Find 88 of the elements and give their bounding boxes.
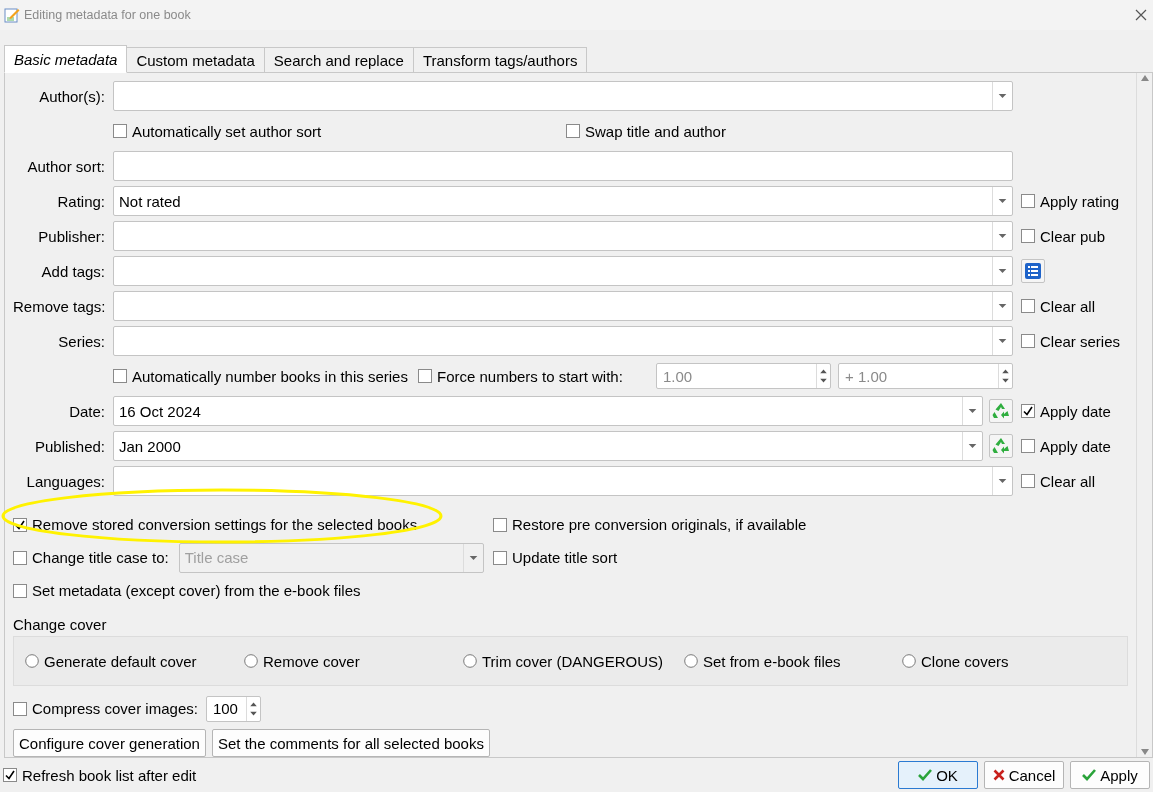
checkbox-label: Update title sort bbox=[512, 549, 618, 566]
window-title: Editing metadata for one book bbox=[24, 8, 192, 22]
checkbox[interactable] bbox=[113, 369, 127, 383]
combo-box[interactable] bbox=[113, 326, 1013, 356]
date-field[interactable]: Jan 2000 bbox=[113, 431, 983, 461]
radio-button[interactable] bbox=[902, 654, 916, 669]
checkbox[interactable] bbox=[1021, 334, 1035, 348]
radio-button[interactable] bbox=[25, 654, 39, 669]
field-label: Author(s): bbox=[38, 87, 105, 105]
scroll-up-icon[interactable] bbox=[1140, 75, 1149, 81]
combo-box[interactable] bbox=[113, 256, 1013, 286]
checkbox-label: Clear all bbox=[1040, 297, 1096, 315]
field-label: Remove tags: bbox=[13, 297, 105, 315]
action-button[interactable]: Configure cover generation bbox=[13, 729, 206, 757]
text-field[interactable] bbox=[113, 151, 1013, 181]
combo-box[interactable] bbox=[113, 291, 1013, 321]
checkbox-label: Compress cover images: bbox=[32, 700, 198, 718]
checkbox-label: Swap title and author bbox=[585, 122, 726, 140]
cross-icon bbox=[992, 769, 1005, 781]
radio-label: Generate default cover bbox=[44, 652, 197, 670]
checkmark-icon bbox=[918, 769, 933, 781]
checkbox[interactable] bbox=[493, 517, 507, 532]
checkbox-label: Refresh book list after edit bbox=[22, 766, 197, 784]
checkbox-label: Automatically set author sort bbox=[132, 122, 322, 140]
checkbox[interactable] bbox=[493, 550, 507, 565]
combo-box[interactable] bbox=[113, 81, 1013, 111]
dialog-button[interactable]: OK bbox=[898, 761, 978, 789]
checkbox[interactable] bbox=[417, 369, 432, 383]
checkbox[interactable] bbox=[1021, 194, 1035, 208]
checkbox-label: Clear all bbox=[1040, 472, 1096, 490]
field-label: Rating: bbox=[56, 192, 105, 210]
recycle-icon bbox=[992, 437, 1010, 455]
checkbox-label: Force numbers to start with: bbox=[436, 367, 623, 385]
field-label: Published: bbox=[33, 437, 105, 455]
checkbox-label: Automatically number books in this series bbox=[132, 367, 408, 385]
checkbox-label: Apply rating bbox=[1040, 192, 1120, 210]
radio-label: Remove cover bbox=[263, 652, 360, 670]
close-icon[interactable] bbox=[1135, 9, 1147, 21]
checkbox-label: Apply date bbox=[1040, 437, 1111, 455]
action-button[interactable]: Set the comments for all selected books bbox=[211, 729, 490, 757]
spin-box[interactable]: 100 bbox=[205, 695, 261, 722]
checkbox[interactable] bbox=[13, 701, 27, 716]
checkbox-label: Clear pub bbox=[1040, 227, 1106, 245]
date-field[interactable]: 16 Oct 2024 bbox=[113, 396, 983, 426]
combo-box[interactable] bbox=[113, 466, 1013, 496]
scroll-down-icon[interactable] bbox=[1140, 749, 1149, 755]
checkbox-label: Apply date bbox=[1040, 402, 1111, 420]
dialog-button[interactable]: Cancel bbox=[984, 761, 1064, 789]
checkbox[interactable] bbox=[1021, 439, 1035, 453]
radio-label: Set from e-book files bbox=[703, 652, 841, 670]
checkbox-label: Set metadata (except cover) from the e-book files bbox=[32, 582, 361, 599]
field-label: Publisher: bbox=[37, 227, 105, 245]
checkbox[interactable] bbox=[113, 124, 127, 138]
checkbox[interactable] bbox=[13, 583, 27, 598]
checkbox[interactable] bbox=[566, 124, 580, 138]
checkbox[interactable] bbox=[13, 550, 27, 565]
checkbox[interactable] bbox=[1021, 229, 1035, 243]
field-label: Date: bbox=[68, 402, 105, 420]
checkbox[interactable] bbox=[1021, 404, 1035, 418]
checkbox[interactable] bbox=[3, 768, 17, 782]
scrollbar[interactable] bbox=[1136, 73, 1152, 757]
field-label: Languages: bbox=[25, 472, 105, 490]
checkbox[interactable] bbox=[1021, 299, 1035, 313]
radio-button[interactable] bbox=[463, 654, 477, 669]
checkbox-label: Clear series bbox=[1040, 332, 1121, 350]
checkbox-label: Restore pre conversion originals, if available bbox=[512, 516, 807, 533]
reset-button[interactable] bbox=[989, 434, 1013, 458]
reset-button[interactable] bbox=[989, 399, 1013, 423]
radio-button[interactable] bbox=[244, 654, 258, 669]
field-label: Author sort: bbox=[26, 157, 105, 175]
list-icon bbox=[1025, 263, 1041, 279]
combo-box[interactable]: Not rated bbox=[113, 186, 1013, 216]
radio-button[interactable] bbox=[684, 654, 698, 669]
section-title: Change cover bbox=[13, 614, 108, 635]
combo-box[interactable] bbox=[113, 221, 1013, 251]
checkmark-icon bbox=[1082, 769, 1097, 781]
radio-label: Trim cover (DANGEROUS) bbox=[482, 652, 664, 670]
checkbox[interactable] bbox=[1021, 474, 1035, 488]
tag-list-button[interactable] bbox=[1021, 259, 1045, 283]
radio-label: Clone covers bbox=[921, 652, 1009, 670]
dialog-button[interactable]: Apply bbox=[1070, 761, 1150, 789]
tab[interactable]: Basic metadata bbox=[4, 45, 128, 73]
field-label: Add tags: bbox=[40, 262, 105, 280]
tab[interactable]: Transform tags/authors bbox=[412, 47, 588, 73]
recycle-icon bbox=[992, 402, 1010, 420]
edit-icon bbox=[4, 7, 20, 23]
field-label: Series: bbox=[57, 332, 105, 350]
checkbox-label: Change title case to: bbox=[32, 549, 169, 566]
